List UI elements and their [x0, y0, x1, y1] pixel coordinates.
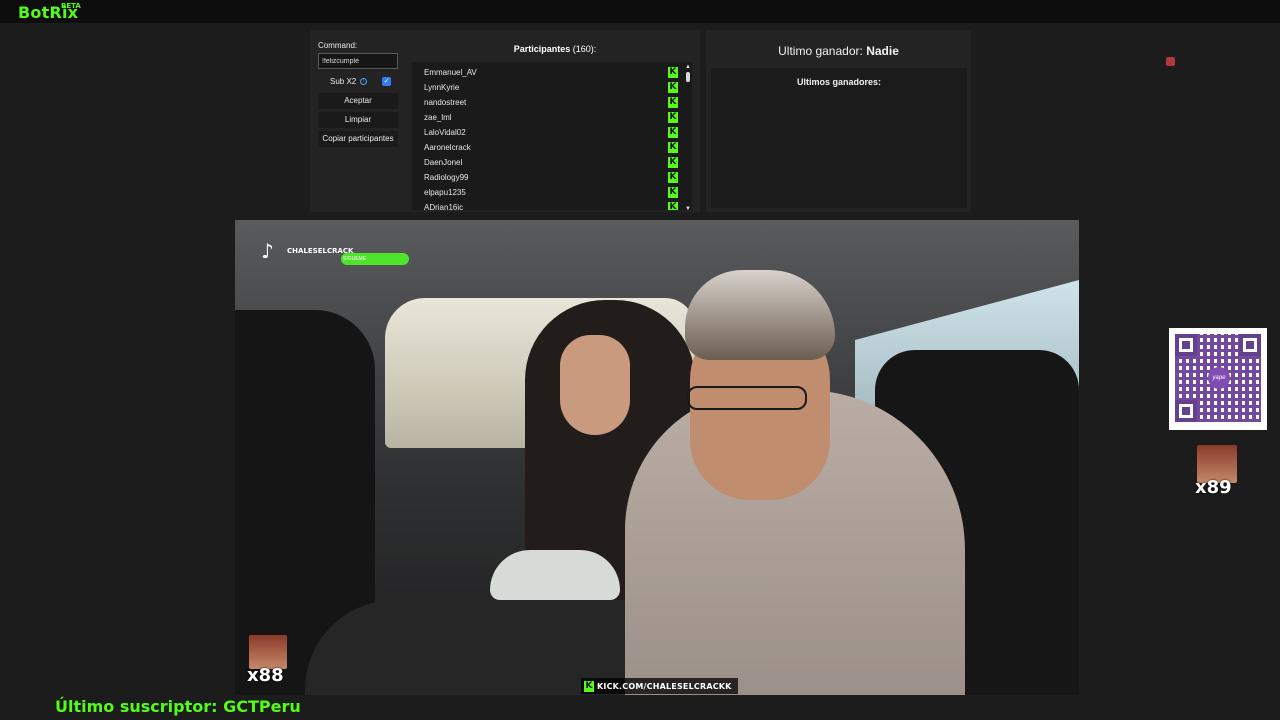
- participant-name: elpapu1235: [424, 188, 466, 197]
- sub-x2-label: Sub X2: [330, 77, 357, 86]
- participant-name: LynnKyrie: [424, 83, 460, 92]
- accept-button[interactable]: Aceptar: [318, 93, 398, 109]
- last-winner-label: Ultimo ganador:: [778, 44, 863, 58]
- qr-finder-top-left: [1175, 334, 1197, 356]
- participant-name: zae_lml: [424, 113, 452, 122]
- kick-logo-icon: K: [668, 67, 678, 78]
- kick-logo-icon: K: [668, 202, 678, 210]
- last-winner: Ultimo ganador: Nadie: [706, 44, 971, 58]
- participant-row[interactable]: DaenJonel K: [424, 155, 678, 170]
- participants-scrollbar[interactable]: ▲ ▼: [684, 64, 692, 212]
- command-input[interactable]: [318, 53, 398, 69]
- participant-row[interactable]: Emmanuel_AV K: [424, 65, 678, 80]
- qr-pattern: yape: [1175, 334, 1261, 422]
- top-bar: BotRix BETA: [0, 0, 1280, 23]
- yape-logo: yape: [1208, 367, 1230, 389]
- kick-url: KICK.COM/CHALESELCRACKK: [597, 681, 732, 691]
- participant-row[interactable]: elpapu1235 K: [424, 185, 678, 200]
- sub-x2-row: Sub X2 i: [330, 77, 368, 86]
- kick-logo-icon: K: [668, 97, 678, 108]
- recent-winners-box: Ultimos ganadores:: [711, 68, 967, 208]
- participants-count: (160):: [572, 44, 597, 54]
- beta-badge: BETA: [61, 2, 81, 10]
- kick-url-bar: K KICK.COM/CHALESELCRACKK: [581, 678, 738, 694]
- participant-row[interactable]: Aaronelcrack K: [424, 140, 678, 155]
- glasses: [687, 386, 807, 410]
- participants-label: Participantes: [513, 44, 571, 54]
- participant-row[interactable]: LynnKyrie K: [424, 80, 678, 95]
- kick-logo-icon: K: [668, 112, 678, 123]
- kick-logo-icon: K: [668, 187, 678, 198]
- qr-finder-top-right: [1239, 334, 1261, 356]
- last-winner-name: Nadie: [866, 44, 899, 58]
- last-subscriber: Último suscriptor: GCTPeru: [55, 697, 301, 716]
- scroll-up-icon[interactable]: ▲: [685, 64, 691, 70]
- participant-name: Aaronelcrack: [424, 143, 471, 152]
- participant-row[interactable]: ADrian16ic K: [424, 200, 678, 210]
- participant-row[interactable]: zae_lml K: [424, 110, 678, 125]
- kick-logo-icon: K: [668, 82, 678, 93]
- tiktok-follow-pill: SIGUEME: [341, 253, 409, 265]
- participant-name: LaloVidal02: [424, 128, 466, 137]
- kick-logo-icon: K: [668, 172, 678, 183]
- man-hair: [685, 270, 835, 360]
- kick-logo-icon: K: [584, 680, 594, 692]
- stream-video: ♪ CHALESELCRACK SIGUEME K KICK.COM/CHALE…: [235, 220, 1079, 695]
- raffle-control-panel: Command: Sub X2 i ✓ Aceptar Limpiar Copi…: [310, 30, 700, 212]
- participant-name: nandostreet: [424, 98, 467, 107]
- woman-face: [560, 335, 630, 435]
- participant-name: ADrian16ic: [424, 203, 464, 210]
- emote-count-left: x88: [247, 665, 284, 686]
- scroll-down-icon[interactable]: ▼: [685, 206, 691, 212]
- recent-winners-label: Ultimos ganadores:: [796, 77, 881, 87]
- participant-name: Radiology99: [424, 173, 469, 182]
- sub-x2-checkbox[interactable]: ✓: [382, 77, 391, 86]
- handbag: [490, 550, 620, 600]
- emote-counter-right: x89: [1193, 445, 1243, 498]
- kick-logo-icon: K: [668, 127, 678, 138]
- emote-avatar-left: [249, 635, 287, 669]
- emote-count-right: x89: [1195, 477, 1232, 498]
- kick-logo-icon: K: [668, 142, 678, 153]
- participants-title: Participantes (160):: [410, 44, 700, 54]
- copy-participants-button[interactable]: Copiar participantes: [318, 131, 398, 147]
- participant-name: Emmanuel_AV: [424, 68, 477, 77]
- qr-finder-bottom-left: [1175, 400, 1197, 422]
- command-label: Command:: [318, 41, 358, 50]
- participant-row[interactable]: Radiology99 K: [424, 170, 678, 185]
- clear-button[interactable]: Limpiar: [318, 112, 398, 128]
- participant-name: DaenJonel: [424, 158, 463, 167]
- participant-row[interactable]: LaloVidal02 K: [424, 125, 678, 140]
- alert-icon: [1166, 57, 1175, 66]
- participants-list[interactable]: Emmanuel_AV K LynnKyrie Knandostreet Kzae_lm…: [412, 62, 692, 210]
- participant-row[interactable]: nandostreet K: [424, 95, 678, 110]
- scroll-thumb[interactable]: [686, 72, 690, 82]
- emote-counter-left: x88: [247, 635, 295, 686]
- tiktok-icon: ♪: [261, 239, 274, 263]
- tiktok-badge: ♪ CHALESELCRACK SIGUEME: [261, 239, 409, 265]
- info-icon[interactable]: i: [360, 78, 368, 85]
- winner-panel: Ultimo ganador: Nadie Ultimos ganadores:: [706, 30, 971, 212]
- kick-logo-icon: K: [668, 157, 678, 168]
- yape-qr-code: yape: [1169, 328, 1267, 430]
